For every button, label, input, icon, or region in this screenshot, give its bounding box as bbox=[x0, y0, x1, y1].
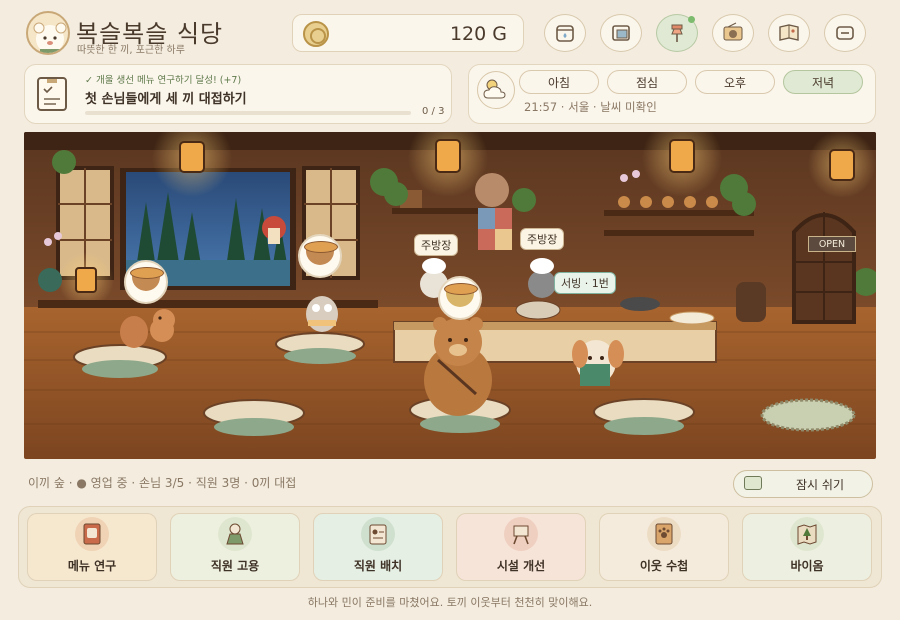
tab-evening[interactable]: 저녁 bbox=[783, 70, 863, 94]
upgrade-facility-button[interactable]: 시설 개선 bbox=[456, 513, 586, 581]
open-sign: OPEN bbox=[808, 236, 856, 252]
label-chef-1: 주방장 bbox=[414, 234, 459, 256]
order-bubble[interactable] bbox=[298, 234, 342, 278]
action-label: 직원 배치 bbox=[353, 559, 403, 573]
radio-icon[interactable] bbox=[712, 14, 754, 52]
weather-icon[interactable] bbox=[477, 71, 515, 109]
action-label: 이웃 수첩 bbox=[639, 559, 689, 573]
quest-progress-text: 0 / 3 bbox=[422, 106, 445, 117]
restaurant-scene[interactable]: 주방장 주방장 서빙 · 1번 OPEN bbox=[24, 132, 876, 459]
quest-completed-note: ✓ 개울 생선 메뉴 연구하기 달성! (+7) bbox=[85, 75, 242, 86]
order-bubble[interactable] bbox=[438, 276, 482, 320]
assign-staff-button[interactable]: 직원 배치 bbox=[313, 513, 443, 581]
action-label: 메뉴 연구 bbox=[67, 559, 117, 573]
journal-icon[interactable] bbox=[768, 14, 810, 52]
quest-panel[interactable]: ✓ 개울 생선 메뉴 연구하기 달성! (+7) 첫 손님들에게 세 끼 대접하… bbox=[24, 64, 452, 124]
bag-icon bbox=[744, 476, 762, 490]
noodle-bowl-icon bbox=[130, 267, 164, 291]
map-icon bbox=[790, 517, 824, 551]
frame-icon[interactable] bbox=[600, 14, 642, 52]
tab-lunch[interactable]: 점심 bbox=[607, 70, 687, 94]
hint-text: 하나와 민이 준비를 마쳤어요. 토끼 이웃부터 천천히 맞이해요. bbox=[307, 596, 593, 609]
paw-book-icon bbox=[647, 517, 681, 551]
gold-counter: 120 G bbox=[292, 14, 524, 52]
restaurant-logo bbox=[26, 11, 70, 55]
staff-icon bbox=[218, 517, 252, 551]
menu-book-icon bbox=[75, 517, 109, 551]
action-bar: 메뉴 연구 직원 고용 직원 배치 시설 개선 이웃 수첩 바이옴 bbox=[18, 506, 882, 588]
action-label: 시설 개선 bbox=[496, 559, 546, 573]
label-chef-2: 주방장 bbox=[520, 228, 565, 250]
biome-button[interactable]: 바이옴 bbox=[742, 513, 872, 581]
pin-icon[interactable] bbox=[656, 14, 698, 52]
quest-progress-bar bbox=[85, 111, 411, 115]
easel-icon bbox=[504, 517, 538, 551]
hire-staff-button[interactable]: 직원 고용 bbox=[170, 513, 300, 581]
tip-jar-icon[interactable] bbox=[544, 14, 586, 52]
time-location-info: 21:57 · 서울 · 날씨 미확인 bbox=[524, 100, 657, 114]
id-card-icon bbox=[361, 517, 395, 551]
soup-bowl-icon bbox=[444, 283, 478, 307]
rest-button[interactable]: 잠시 쉬기 bbox=[733, 470, 873, 498]
menu-icon[interactable] bbox=[824, 14, 866, 52]
tab-morning[interactable]: 아침 bbox=[519, 70, 599, 94]
tab-afternoon[interactable]: 오후 bbox=[695, 70, 775, 94]
time-panel: 아침 점심 오후 저녁 21:57 · 서울 · 날씨 미확인 bbox=[468, 64, 876, 124]
quest-title: 첫 손님들에게 세 끼 대접하기 bbox=[85, 92, 247, 107]
gold-amount: 120 G bbox=[449, 23, 507, 45]
rest-label: 잠시 쉬기 bbox=[796, 477, 844, 492]
label-serving: 서빙 · 1번 bbox=[554, 272, 616, 294]
clipboard-icon bbox=[37, 77, 67, 111]
action-label: 바이옴 bbox=[790, 559, 824, 573]
notification-dot bbox=[688, 16, 695, 23]
restaurant-status: 이끼 숲 · ● 영업 중 · 손님 3/5 · 직원 3명 · 0끼 대접 bbox=[28, 476, 297, 490]
menu-research-button[interactable]: 메뉴 연구 bbox=[27, 513, 157, 581]
neighbor-notebook-button[interactable]: 이웃 수첩 bbox=[599, 513, 729, 581]
order-bubble[interactable] bbox=[124, 260, 168, 304]
app-subtitle: 따뜻한 한 끼, 포근한 하루 bbox=[77, 45, 185, 56]
coin-icon bbox=[303, 21, 329, 47]
action-label: 직원 고용 bbox=[210, 559, 260, 573]
noodle-bowl-icon bbox=[304, 241, 338, 265]
